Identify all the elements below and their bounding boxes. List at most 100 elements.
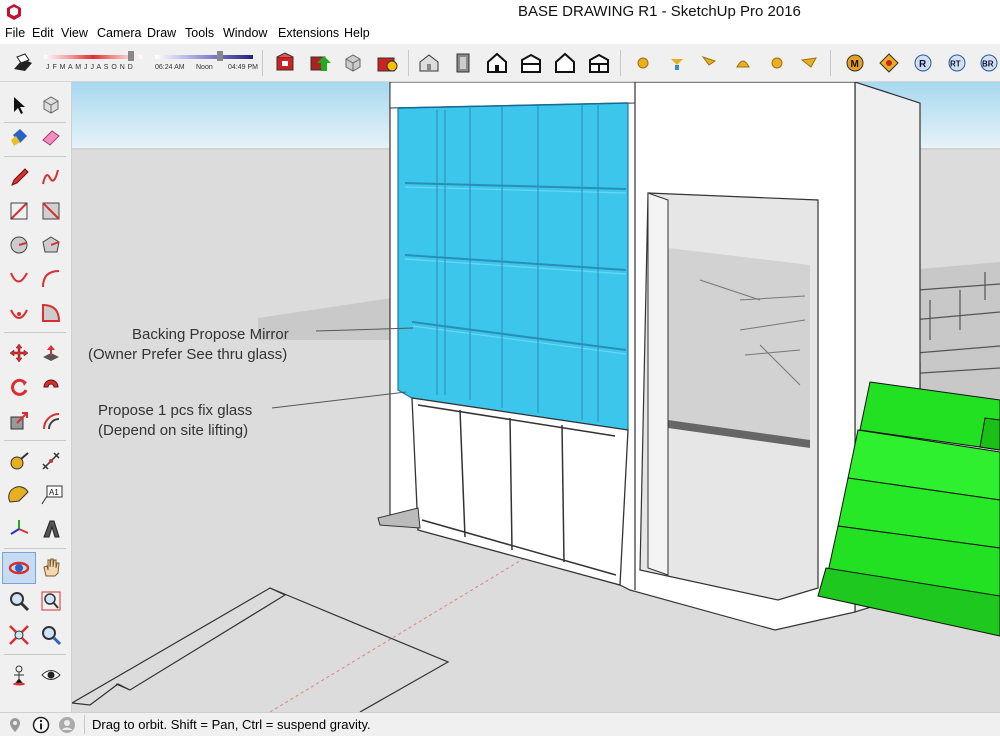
previous-view-button[interactable] [36,620,66,650]
eraser-tool-button[interactable] [36,122,66,152]
menu-tools[interactable]: Tools [185,26,214,40]
plugin-button-5[interactable] [764,50,790,76]
zoom-extents-button[interactable] [4,620,34,650]
share-component-button[interactable] [340,50,366,76]
menu-draw[interactable]: Draw [147,26,176,40]
shadow-icon [14,53,32,71]
menu-view[interactable]: View [61,26,88,40]
three-point-arc-button[interactable] [4,298,34,328]
rectangle-tool-button[interactable] [4,196,34,226]
circle-tool-button[interactable] [4,230,34,260]
rotated-rectangle-button[interactable] [36,196,66,226]
shadow-months-label: J F M A M J J A S O N D [46,64,134,71]
plugin-material-button[interactable]: M [842,50,868,76]
menu-help[interactable]: Help [344,26,370,40]
view-iso-button[interactable] [416,50,442,76]
offset-tool-button[interactable] [36,406,66,436]
text-tool-label: A1 [49,488,59,497]
shadow-time-slider[interactable] [155,51,253,61]
shadow-date-slider[interactable] [44,51,142,61]
annotation-mirror-line1[interactable]: Backing Propose Mirror [132,326,289,343]
warehouse-button[interactable] [272,50,298,76]
material-m-icon: M [846,54,864,72]
plugin-button-2[interactable] [664,50,690,76]
two-point-arc-button[interactable] [36,264,66,294]
menu-file[interactable]: File [5,26,25,40]
axes-tool-button[interactable] [4,514,34,544]
follow-me-icon [43,379,59,388]
move-tool-button[interactable] [4,338,34,368]
user-account-icon[interactable] [58,716,76,734]
position-camera-button[interactable] [4,660,34,690]
view-top-button[interactable] [450,50,476,76]
shadow-toggle-button[interactable] [10,50,36,76]
info-icon[interactable] [32,716,50,734]
time-slider-thumb[interactable] [217,51,223,61]
orbit-tool-button[interactable] [2,552,36,584]
follow-me-button[interactable] [36,372,66,402]
right-view-icon [521,53,541,73]
annotation-mirror-line2[interactable]: (Owner Prefer See thru glass) [88,346,287,363]
annotation-glass-line1[interactable]: Propose 1 pcs fix glass [98,402,252,419]
view-front-button[interactable] [484,50,510,76]
dimension-icon [42,452,60,470]
pie-tool-button[interactable] [36,298,66,328]
view-right-button[interactable] [518,50,544,76]
3d-text-button[interactable] [36,514,66,544]
rotate-tool-button[interactable] [4,372,34,402]
protractor-icon [8,486,29,503]
rectangle-icon [10,202,28,220]
3d-text-icon [43,520,60,538]
geo-location-icon[interactable] [6,716,24,734]
pencil-icon [11,168,29,186]
menu-camera[interactable]: Camera [97,26,141,40]
sun-icon [771,57,783,69]
back-view-icon [555,52,575,73]
pan-tool-button[interactable] [36,552,66,582]
date-slider-thumb[interactable] [128,51,134,61]
menu-extensions[interactable]: Extensions [278,26,339,40]
plugin-br-button[interactable]: BR [976,50,1000,76]
model-viewport[interactable]: Backing Propose Mirror (Owner Prefer See… [72,82,1000,712]
paint-bucket-button[interactable] [4,122,34,152]
three-point-arc-icon [10,309,28,319]
view-left-button[interactable] [586,50,612,76]
tape-measure-button[interactable] [4,446,34,476]
select-tool-button[interactable] [4,90,34,120]
push-pull-icon [43,345,59,361]
menu-edit[interactable]: Edit [32,26,54,40]
plugin-rt-button[interactable]: RT [944,50,970,76]
dimension-tool-button[interactable] [36,446,66,476]
arc-tool-button[interactable] [4,264,34,294]
annotation-glass-line2[interactable]: (Depend on site lifting) [98,422,248,439]
plugin-paint-button[interactable] [876,50,902,76]
scale-tool-button[interactable] [4,406,34,436]
plugin-button-4[interactable] [730,50,756,76]
text-tool-button[interactable]: A1 [36,480,66,510]
plugin-button-3[interactable] [696,50,722,76]
zoom-tool-button[interactable] [4,586,34,616]
plugin-button-1[interactable] [630,50,656,76]
view-back-button[interactable] [552,50,578,76]
menu-window[interactable]: Window [223,26,267,40]
share-model-button[interactable] [306,50,332,76]
pie-icon [42,303,61,322]
extension-warehouse-button[interactable] [374,50,400,76]
component-tool-button[interactable] [36,90,66,120]
scene-canvas[interactable]: Backing Propose Mirror (Owner Prefer See… [72,82,1000,712]
zoom-window-button[interactable] [36,586,66,616]
line-tool-button[interactable] [4,162,34,192]
magnifier-icon [10,592,30,612]
push-pull-button[interactable] [36,338,66,368]
light-rays-icon [800,57,817,68]
plugin-render-button[interactable]: R [910,50,936,76]
polygon-tool-button[interactable] [36,230,66,260]
iso-view-icon [419,54,439,72]
protractor-button[interactable] [4,480,34,510]
plugin-button-6[interactable] [796,50,822,76]
freehand-tool-button[interactable] [36,162,66,192]
arrow-cursor-icon [14,97,25,114]
tape-measure-icon [10,452,29,470]
hand-icon [43,558,60,577]
look-around-button[interactable] [36,660,66,690]
